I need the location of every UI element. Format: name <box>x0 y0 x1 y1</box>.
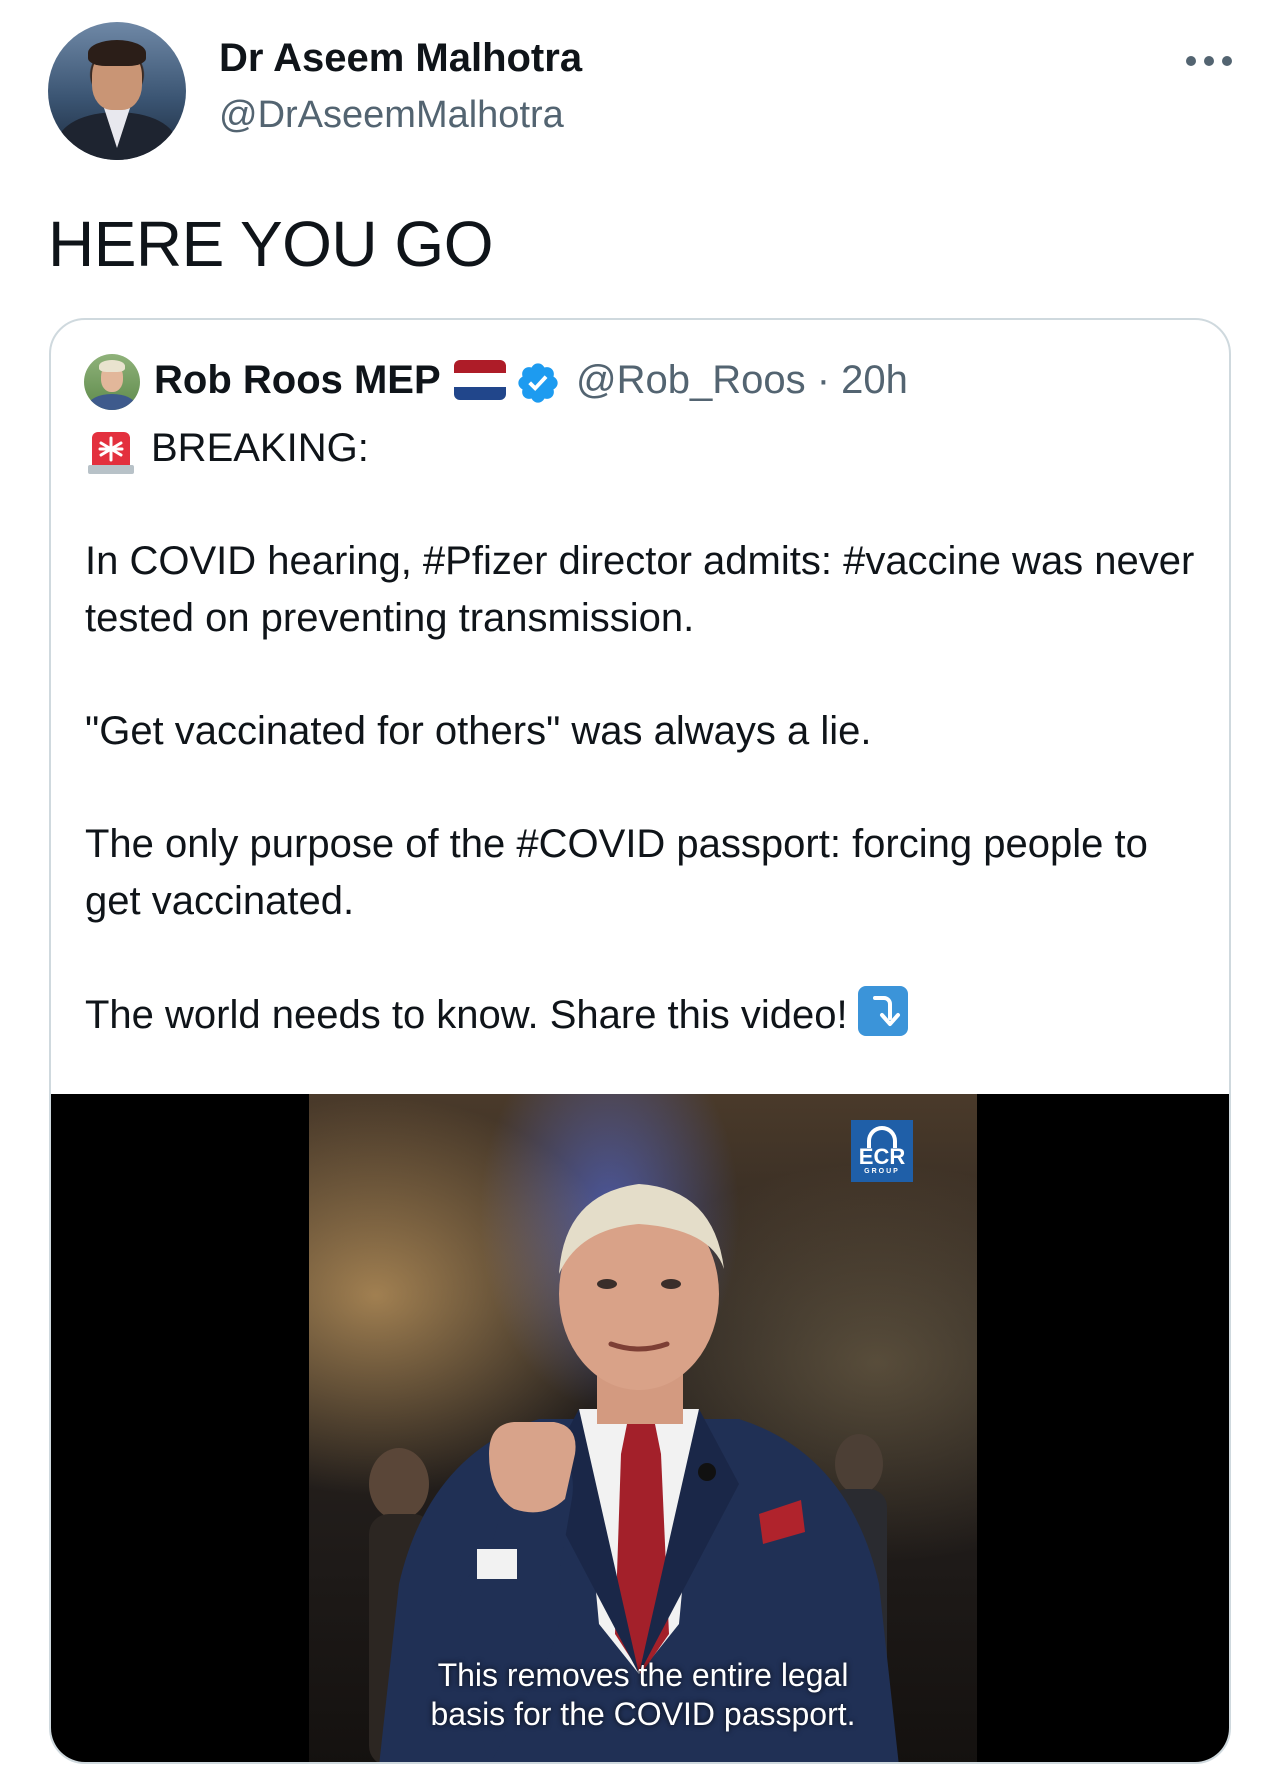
quoted-avatar-body <box>88 394 136 410</box>
quoted-tweet-body: BREAKING: In COVID hearing, #Pfizer dire… <box>85 420 1205 1100</box>
caption-line-1: This removes the entire legal <box>437 1657 849 1693</box>
more-dot <box>1186 56 1196 66</box>
quoted-handle-time[interactable]: @Rob_Roos · 20h <box>576 356 908 404</box>
more-options-icon[interactable] <box>1186 46 1232 76</box>
author-name[interactable]: Dr Aseem Malhotra <box>219 34 582 82</box>
avatar-hair <box>88 40 146 66</box>
caption-line-2: basis for the COVID passport. <box>430 1696 856 1732</box>
quoted-author-avatar[interactable] <box>84 354 140 410</box>
more-dot <box>1204 56 1214 66</box>
author-handle[interactable]: @DrAseemMalhotra <box>219 92 564 138</box>
quoted-tweet[interactable]: Rob Roos MEP @Rob_Roos · 20h BREAKING: I… <box>49 318 1231 1764</box>
video-caption: This removes the entire legal basis for … <box>309 1656 977 1734</box>
quoted-avatar-hair <box>99 360 125 372</box>
video-frame[interactable]: ECR GROUP This removes the entire legal … <box>309 1094 977 1762</box>
quoted-line-passport: The only purpose of the #COVID passport:… <box>85 822 1148 923</box>
quoted-line-lie: "Get vaccinated for others" was always a… <box>85 709 872 753</box>
quoted-author-name[interactable]: Rob Roos MEP <box>154 356 441 404</box>
verified-badge-icon <box>518 363 558 403</box>
author-avatar[interactable] <box>48 22 186 160</box>
more-dot <box>1222 56 1232 66</box>
netherlands-flag-icon <box>454 360 506 400</box>
quoted-line-share: The world needs to know. Share this vide… <box>85 986 1205 1044</box>
quoted-line-hearing: In COVID hearing, #Pfizer director admit… <box>85 539 1195 640</box>
ecr-logo-subtext: GROUP <box>864 1168 900 1175</box>
ecr-group-logo: ECR GROUP <box>851 1120 913 1182</box>
ecr-logo-text: ECR <box>858 1144 906 1169</box>
tweet-text: HERE YOU GO <box>48 208 493 280</box>
arrow-down-icon <box>857 986 908 1036</box>
quoted-line-breaking: BREAKING: <box>151 426 369 470</box>
share-text: The world needs to know. Share this vide… <box>85 993 848 1037</box>
video-player[interactable]: ECR GROUP This removes the entire legal … <box>51 1094 1229 1762</box>
